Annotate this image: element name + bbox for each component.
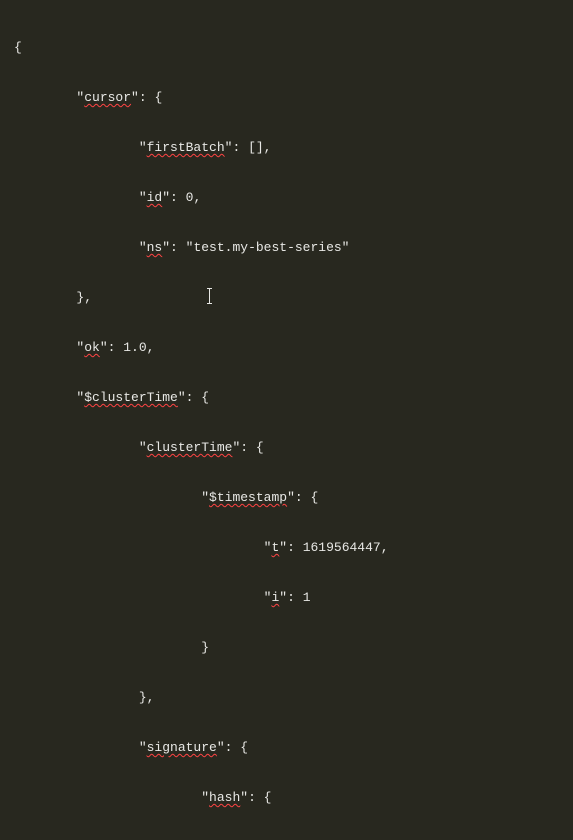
punct: , xyxy=(193,190,201,205)
punct: , xyxy=(264,140,272,155)
code-line: "signature": { xyxy=(14,735,559,760)
json-value: 1.0 xyxy=(123,340,146,355)
json-value: "test.my-best-series" xyxy=(186,240,350,255)
punct: : xyxy=(232,140,248,155)
punct: : { xyxy=(295,490,318,505)
punct: , xyxy=(381,540,389,555)
punct: : xyxy=(108,340,124,355)
code-line: "ok": 1.0, xyxy=(14,335,559,360)
code-line: } xyxy=(14,635,559,660)
code-line: }, xyxy=(14,685,559,710)
json-value: 1 xyxy=(303,590,311,605)
json-key: $timestamp xyxy=(209,490,287,505)
code-line: "hash": { xyxy=(14,785,559,810)
punct: : { xyxy=(225,740,248,755)
punct: : xyxy=(287,590,303,605)
code-line: "$binary": { xyxy=(14,835,559,840)
code-line: "ns": "test.my-best-series" xyxy=(14,235,559,260)
punct: , xyxy=(147,340,155,355)
brace: { xyxy=(14,40,22,55)
brace: }, xyxy=(76,290,92,305)
code-line: "$clusterTime": { xyxy=(14,385,559,410)
code-line: { xyxy=(14,35,559,60)
code-line: "$timestamp": { xyxy=(14,485,559,510)
punct: : xyxy=(170,190,186,205)
punct: : { xyxy=(240,440,263,455)
json-value: 1619564447 xyxy=(303,540,381,555)
punct: : { xyxy=(139,90,162,105)
code-line: }, xyxy=(14,285,559,310)
code-line: "cursor": { xyxy=(14,85,559,110)
json-key: cursor xyxy=(84,90,131,105)
json-key: ns xyxy=(147,240,163,255)
code-editor[interactable]: { "cursor": { "firstBatch": [], "id": 0,… xyxy=(0,0,573,840)
punct: : { xyxy=(248,790,271,805)
text-cursor-icon xyxy=(209,288,210,304)
json-key: id xyxy=(147,190,163,205)
code-line: "clusterTime": { xyxy=(14,435,559,460)
punct: : { xyxy=(186,390,209,405)
json-key: $clusterTime xyxy=(84,390,178,405)
json-key: signature xyxy=(147,740,217,755)
json-key: clusterTime xyxy=(147,440,233,455)
json-key: hash xyxy=(209,790,240,805)
punct: : xyxy=(170,240,186,255)
code-line: "id": 0, xyxy=(14,185,559,210)
json-key: firstBatch xyxy=(147,140,225,155)
code-line: "i": 1 xyxy=(14,585,559,610)
code-line: "t": 1619564447, xyxy=(14,535,559,560)
json-value: [] xyxy=(248,140,264,155)
json-key: i xyxy=(271,590,279,605)
brace: } xyxy=(201,640,209,655)
punct: : xyxy=(287,540,303,555)
json-key: t xyxy=(271,540,279,555)
code-line: "firstBatch": [], xyxy=(14,135,559,160)
brace: }, xyxy=(139,690,155,705)
json-key: ok xyxy=(84,340,100,355)
